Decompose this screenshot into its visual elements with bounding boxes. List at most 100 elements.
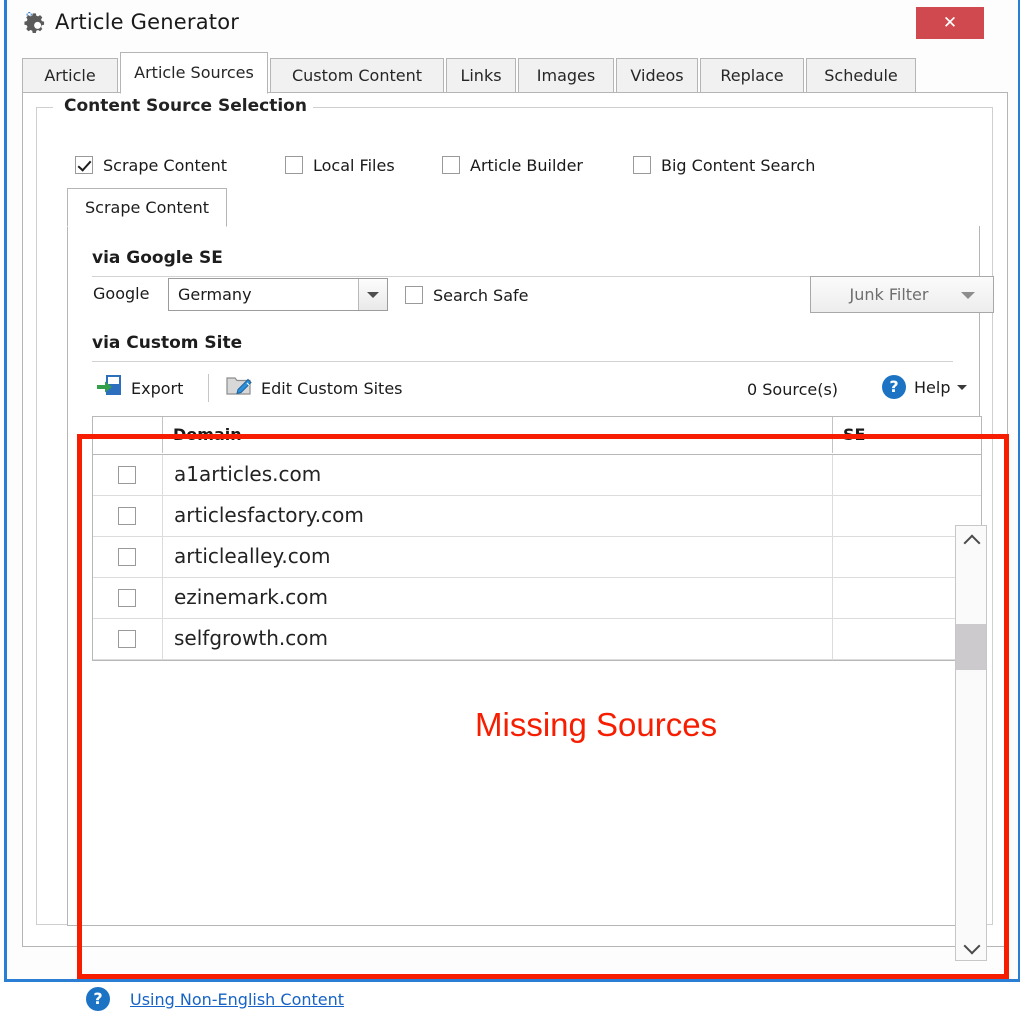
row-checkbox-cell[interactable] [93,537,163,577]
tab-article[interactable]: Article [22,58,118,93]
checkbox-box [442,156,460,174]
chevron-down-icon[interactable] [956,934,986,960]
caret-down-icon [957,384,968,390]
checkbox-box [285,156,303,174]
custom-site-heading: via Custom Site [92,333,243,353]
row-domain: a1articles.com [163,455,833,495]
checkbox-label: Big Content Search [661,155,816,175]
chevron-up-icon[interactable] [956,526,986,552]
custom-site-toolbar: Export Edit Custom Sites 0 Source(s) ? H… [92,368,968,408]
edit-folder-icon [226,374,252,402]
google-se-heading: via Google SE [92,248,223,268]
grid-header-domain[interactable]: Domain [163,417,833,453]
tab-links[interactable]: Links [446,58,516,93]
tab-label: Custom Content [291,66,422,85]
question-circle-icon: ? [86,987,110,1011]
export-label: Export [131,378,184,398]
tab-scrape-content[interactable]: Scrape Content [67,188,228,227]
row-checkbox[interactable] [118,466,136,484]
group-border-right [302,107,992,108]
grid-vertical-scrollbar[interactable] [955,525,987,961]
title-bar: Article Generator ✕ [7,0,1018,48]
scrollbar-thumb[interactable] [956,624,986,670]
custom-sites-grid: Domain SE a1articles.com articlesfactory… [92,416,982,661]
article-sources-panel: Content Source Selection Scrape Content … [22,92,1009,1011]
source-count-label: 0 Source(s) [747,380,839,399]
tab-label: Article [44,66,96,85]
tab-label: Videos [630,66,684,85]
edit-custom-sites-button[interactable]: Edit Custom Sites [226,374,403,402]
using-non-english-content-link[interactable]: Using Non-English Content [130,990,344,1009]
help-menu-button[interactable]: ? Help [882,375,968,399]
checkbox-box [633,156,651,174]
group-title: Content Source Selection [58,96,313,116]
content-source-selection-group: Content Source Selection Scrape Content … [36,96,994,926]
window-title: Article Generator [55,10,240,34]
row-checkbox[interactable] [118,589,136,607]
custom-site-divider [92,361,953,362]
checkbox-search-safe[interactable]: Search Safe [405,284,529,306]
grid-header-se[interactable]: SE [833,417,981,453]
tab-label: Scrape Content [85,198,210,217]
article-generator-window: Article Generator ✕ Article Article Sour… [4,0,1020,1011]
table-row[interactable]: upublish.info [93,660,981,661]
toolbar-separator [208,374,209,402]
tab-videos[interactable]: Videos [616,58,698,93]
grid-header-checkbox-col[interactable] [93,417,163,453]
close-button[interactable]: ✕ [916,7,984,39]
checkbox-label: Search Safe [433,285,529,305]
row-domain: ezinemark.com [163,578,833,618]
row-checkbox-cell[interactable] [93,619,163,659]
export-icon [96,374,122,402]
tab-custom-content[interactable]: Custom Content [270,58,444,93]
close-icon: ✕ [942,13,958,33]
google-country-select[interactable]: Germany [168,278,388,311]
table-row[interactable]: ezinemark.com [93,578,981,619]
row-se [833,455,981,495]
checkbox-box [75,156,93,174]
checkbox-article-builder[interactable]: Article Builder [442,153,583,177]
junk-filter-button[interactable]: Junk Filter [810,276,994,313]
tab-images[interactable]: Images [518,58,614,93]
row-checkbox[interactable] [118,507,136,525]
help-label: Help [914,377,951,397]
tab-label: Schedule [824,66,898,85]
row-checkbox[interactable] [118,548,136,566]
tab-article-sources[interactable]: Article Sources [120,52,268,94]
chevron-down-icon[interactable] [358,279,387,310]
checkbox-big-content-search[interactable]: Big Content Search [633,153,815,177]
checkbox-scrape-content[interactable]: Scrape Content [75,153,227,177]
row-checkbox-cell[interactable] [93,496,163,536]
non-english-content-help[interactable]: ? Using Non-English Content [86,987,344,1011]
row-checkbox-cell[interactable] [93,660,163,661]
row-checkbox-cell[interactable] [93,455,163,495]
checkbox-local-files[interactable]: Local Files [285,153,395,177]
caret-shape [367,291,379,298]
chevron-shape [963,937,981,955]
tab-label: Replace [720,66,784,85]
tab-label: Images [536,66,596,85]
table-row[interactable]: articlealley.com [93,537,981,578]
google-country-value: Germany [178,285,252,304]
grid-header-row: Domain SE [93,417,981,455]
export-button[interactable]: Export [96,374,183,402]
group-border-left [37,107,53,108]
tab-label: Links [460,66,502,85]
scrape-content-tab-strip: Scrape Content [67,188,980,227]
checkbox-label: Scrape Content [103,155,228,175]
main-tab-strip: Article Article Sources Custom Content L… [22,52,1008,94]
row-checkbox-cell[interactable] [93,578,163,618]
table-row[interactable]: selfgrowth.com [93,619,981,660]
chevron-down-icon [961,292,975,299]
tab-replace[interactable]: Replace [700,58,804,93]
scrape-content-panel: via Google SE Google Germany Search Safe… [67,226,994,926]
row-domain: upublish.info [163,660,833,661]
edit-custom-sites-label: Edit Custom Sites [261,378,403,398]
table-row[interactable]: articlesfactory.com [93,496,981,537]
tab-schedule[interactable]: Schedule [806,58,916,93]
google-label: Google [93,284,150,303]
table-row[interactable]: a1articles.com [93,455,981,496]
tab-label: Article Sources [134,63,254,82]
row-checkbox[interactable] [118,630,136,648]
chevron-shape [963,534,981,552]
